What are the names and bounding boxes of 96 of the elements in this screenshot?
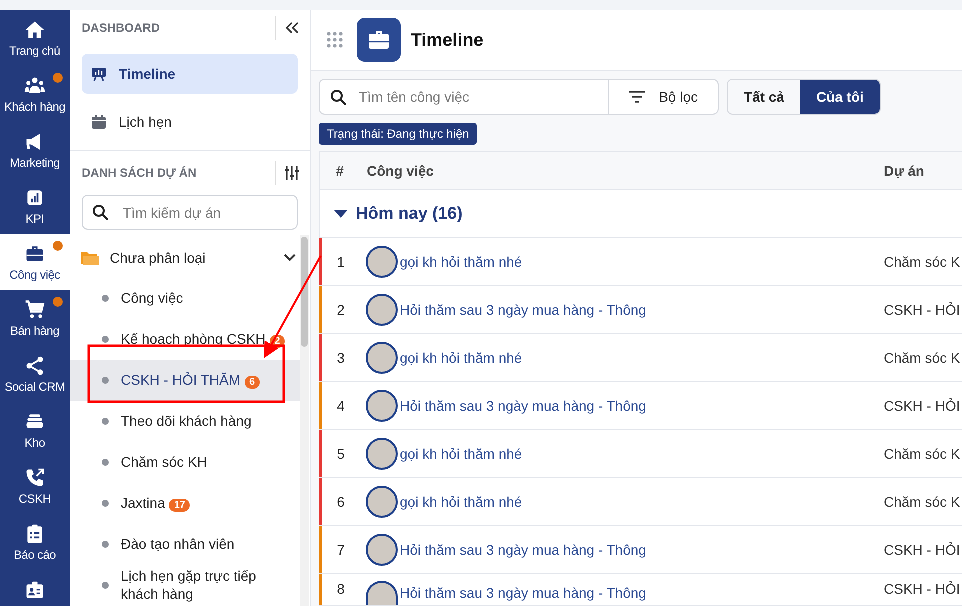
column-header: Công việc bbox=[366, 162, 435, 178]
avatar-circle bbox=[366, 246, 398, 278]
row-number: 6 bbox=[336, 494, 346, 510]
avatar-circle bbox=[366, 294, 398, 326]
project-item[interactable]: Công việc bbox=[70, 278, 300, 319]
project-cell-text: CSKH - HỎI bbox=[884, 581, 962, 597]
row-number: 4 bbox=[336, 398, 346, 414]
project-search-field[interactable]: Tìm kiếm dự án bbox=[82, 195, 298, 230]
row-number: 2 bbox=[336, 302, 346, 318]
project-item[interactable]: Jaxtina 17 bbox=[70, 483, 300, 524]
count-badge: 6 bbox=[244, 376, 260, 389]
scrollbar-thumb[interactable] bbox=[301, 237, 308, 347]
cart-icon bbox=[24, 298, 46, 320]
row-number: 8 bbox=[336, 581, 346, 597]
task-link[interactable]: gọi kh hỏi thăm nhé bbox=[400, 494, 522, 510]
scope-tab[interactable]: Của tôi bbox=[800, 80, 880, 114]
task-link[interactable]: Hỏi thăm sau 3 ngày mua hàng - Thông bbox=[400, 302, 646, 318]
folder-icon bbox=[80, 250, 99, 266]
nav-item[interactable]: Công việc bbox=[0, 234, 70, 290]
task-link[interactable]: Hỏi thăm sau 3 ngày mua hàng - Thông bbox=[400, 542, 646, 558]
filter-chip[interactable]: Trạng thái: Đang thực hiện bbox=[319, 123, 478, 145]
column-header: # bbox=[335, 162, 345, 178]
bullet-dot bbox=[102, 541, 109, 548]
project-item[interactable]: Theo dõi khách hàng bbox=[70, 401, 300, 442]
task-link[interactable]: Hỏi thăm sau 3 ngày mua hàng - Thông bbox=[400, 398, 646, 414]
filter-button[interactable]: Bộ lọc bbox=[608, 79, 719, 115]
group-header[interactable]: Hôm nay (16) bbox=[320, 190, 962, 238]
bullet-dot bbox=[102, 582, 109, 589]
briefcase-logo-icon bbox=[357, 18, 401, 62]
avatar-circle bbox=[366, 534, 398, 566]
project-cell-text: Chăm sóc K bbox=[884, 494, 962, 510]
nav-item[interactable]: Khách hàng bbox=[0, 66, 70, 122]
page-title: Timeline bbox=[411, 30, 484, 50]
row-number: 7 bbox=[336, 542, 346, 558]
chevron-icon[interactable] bbox=[284, 254, 296, 262]
avatar-circle bbox=[366, 390, 398, 422]
nav-item[interactable]: Social CRM bbox=[0, 346, 70, 402]
task-search-field[interactable]: Tìm tên công việc bbox=[319, 79, 608, 115]
task-row[interactable]: 7 Hỏi thăm sau 3 ngày mua hàng - Thông CSKH - HỎI bbox=[319, 526, 962, 574]
search-icon bbox=[92, 204, 109, 221]
app-grid-icon[interactable] bbox=[327, 32, 343, 48]
share-icon bbox=[24, 354, 46, 376]
section-title: DANH SÁCH DỰ ÁN bbox=[82, 166, 197, 180]
task-link[interactable]: gọi kh hỏi thăm nhé bbox=[400, 254, 522, 270]
bullet-dot bbox=[102, 459, 109, 466]
avatar-circle bbox=[366, 438, 398, 470]
nav-item[interactable]: Báo cáo bbox=[0, 514, 70, 570]
task-row[interactable]: 8 Hỏi thăm sau 3 ngày mua hàng - Thông CSKH - HỎI bbox=[319, 574, 962, 605]
filter-icon bbox=[629, 91, 646, 103]
nav-item[interactable]: Marketing bbox=[0, 122, 70, 178]
bullet-dot bbox=[102, 336, 109, 343]
nav-item[interactable]: CSKH bbox=[0, 458, 70, 514]
row-number: 3 bbox=[336, 350, 346, 366]
folder-item[interactable]: Chưa phân loại bbox=[70, 238, 310, 278]
count-badge: 17 bbox=[169, 498, 190, 512]
project-item[interactable]: CSKH - HỎI THĂM 6 bbox=[70, 360, 300, 401]
task-link[interactable]: gọi kh hỏi thăm nhé bbox=[400, 350, 522, 366]
row-number: 1 bbox=[336, 254, 346, 270]
task-link[interactable]: Hỏi thăm sau 3 ngày mua hàng - Thông bbox=[400, 585, 646, 601]
project-cell-text: CSKH - HỎI bbox=[884, 398, 962, 414]
task-row[interactable]: 1 gọi kh hỏi thăm nhé Chăm sóc K bbox=[319, 238, 962, 286]
bullet-dot bbox=[102, 500, 109, 507]
avatar-circle bbox=[366, 342, 398, 374]
bullet-dot bbox=[102, 377, 109, 384]
nav-item[interactable]: Bán hàng bbox=[0, 290, 70, 346]
project-item[interactable]: Chăm sóc KH bbox=[70, 442, 300, 483]
nav-item[interactable]: Kho bbox=[0, 402, 70, 458]
project-cell-text: CSKH - HỎI bbox=[884, 542, 962, 558]
section-title: DASHBOARD bbox=[82, 21, 160, 35]
phone-icon bbox=[24, 466, 46, 488]
presentation-icon bbox=[91, 66, 107, 82]
nav-item[interactable]: KPI bbox=[0, 178, 70, 234]
project-cell-text: CSKH - HỎI bbox=[884, 302, 962, 318]
task-row[interactable]: 3 gọi kh hỏi thăm nhé Chăm sóc K bbox=[319, 334, 962, 382]
task-link[interactable]: gọi kh hỏi thăm nhé bbox=[400, 446, 522, 462]
bullet-dot bbox=[102, 295, 109, 302]
search-icon bbox=[330, 88, 347, 106]
task-row[interactable]: 2 Hỏi thăm sau 3 ngày mua hàng - Thông CSKH - HỎI bbox=[319, 286, 962, 334]
column-header: Dự án bbox=[884, 162, 926, 178]
task-row[interactable]: 5 gọi kh hỏi thăm nhé Chăm sóc K bbox=[319, 430, 962, 478]
task-row[interactable]: 6 gọi kh hỏi thăm nhé Chăm sóc K bbox=[319, 478, 962, 526]
task-row[interactable]: 4 Hỏi thăm sau 3 ngày mua hàng - Thông CSKH - HỎI bbox=[319, 382, 962, 430]
project-item[interactable]: Lịch hẹn gặp trực tiếp khách hàng bbox=[70, 565, 300, 606]
project-cell-text: Chăm sóc K bbox=[884, 446, 962, 462]
row-number: 5 bbox=[336, 446, 346, 462]
nav-item[interactable]: Trang chủ bbox=[0, 10, 70, 66]
sliders-icon[interactable] bbox=[284, 165, 300, 181]
avatar-circle bbox=[366, 486, 398, 518]
calendar-icon bbox=[91, 114, 107, 130]
collapse-icon[interactable] bbox=[284, 21, 300, 35]
project-cell-text: Chăm sóc K bbox=[884, 350, 962, 366]
bullet-dot bbox=[102, 418, 109, 425]
sidebar-item[interactable]: Lịch hẹn bbox=[82, 102, 298, 142]
project-cell-text: Chăm sóc K bbox=[884, 254, 962, 270]
sidebar-item[interactable]: Timeline bbox=[82, 54, 298, 94]
project-item[interactable]: Đào tạo nhân viên bbox=[70, 524, 300, 565]
